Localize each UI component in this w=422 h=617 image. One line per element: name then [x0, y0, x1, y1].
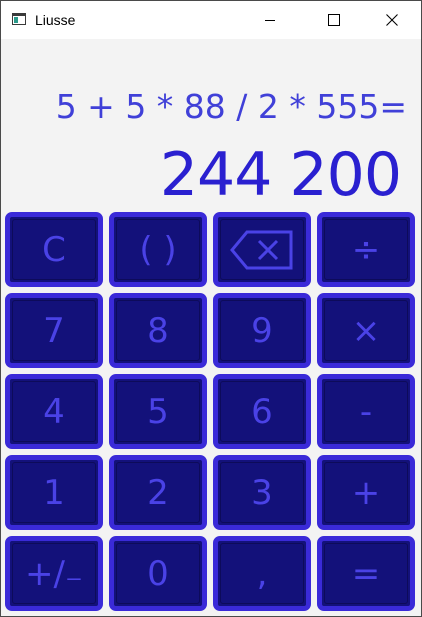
digit-6-button[interactable]: 6 — [213, 374, 311, 449]
keypad: C ( ) ÷ 7 8 9 × 4 5 6 - 1 2 3 + +∕₋ 0 , … — [5, 212, 419, 614]
key-label: - — [359, 391, 373, 432]
divide-button[interactable]: ÷ — [317, 212, 415, 287]
key-label: 2 — [147, 472, 169, 513]
title-bar[interactable]: Liusse — [1, 1, 421, 39]
digit-2-button[interactable]: 2 — [109, 455, 207, 530]
multiply-button[interactable]: × — [317, 293, 415, 368]
equals-button[interactable]: = — [317, 536, 415, 611]
digit-8-button[interactable]: 8 — [109, 293, 207, 368]
key-label: , — [256, 553, 268, 594]
calculator-window: Liusse 5 + 5 * 88 / 2 * 555= 244 200 C (… — [0, 0, 422, 617]
window-title: Liusse — [35, 12, 76, 28]
digit-3-button[interactable]: 3 — [213, 455, 311, 530]
parentheses-button[interactable]: ( ) — [109, 212, 207, 287]
key-label: = — [351, 553, 381, 594]
minus-button[interactable]: - — [317, 374, 415, 449]
digit-7-button[interactable]: 7 — [5, 293, 103, 368]
digit-9-button[interactable]: 9 — [213, 293, 311, 368]
plus-button[interactable]: + — [317, 455, 415, 530]
key-label: 7 — [43, 310, 65, 351]
maximize-icon — [328, 14, 340, 26]
key-label: 8 — [147, 310, 169, 351]
key-label: + — [351, 472, 381, 513]
key-label: 1 — [43, 472, 65, 513]
window-app-icon — [12, 13, 26, 25]
key-label: 3 — [251, 472, 273, 513]
backspace-button[interactable] — [213, 212, 311, 287]
key-label: 4 — [43, 391, 65, 432]
digit-5-button[interactable]: 5 — [109, 374, 207, 449]
digit-0-button[interactable]: 0 — [109, 536, 207, 611]
expression-text: 5 + 5 * 88 / 2 * 555= — [55, 87, 407, 126]
digit-1-button[interactable]: 1 — [5, 455, 103, 530]
key-label: ÷ — [351, 229, 381, 270]
result-text: 244 200 — [159, 140, 402, 210]
plus-minus-button[interactable]: +∕₋ — [5, 536, 103, 611]
clear-button[interactable]: C — [5, 212, 103, 287]
decimal-comma-button[interactable]: , — [213, 536, 311, 611]
maximize-button[interactable] — [309, 1, 359, 39]
digit-4-button[interactable]: 4 — [5, 374, 103, 449]
backspace-icon — [230, 230, 293, 269]
key-label: ( ) — [139, 229, 177, 270]
calculator-display: 5 + 5 * 88 / 2 * 555= 244 200 — [1, 39, 421, 211]
key-label: +∕₋ — [25, 553, 83, 594]
key-label: C — [42, 229, 66, 270]
key-label: 9 — [251, 310, 273, 351]
minimize-icon — [265, 20, 275, 21]
close-icon — [386, 14, 398, 26]
minimize-button[interactable] — [245, 1, 295, 39]
key-label: 5 — [147, 391, 169, 432]
key-label: × — [351, 310, 381, 351]
close-button[interactable] — [367, 1, 417, 39]
key-label: 0 — [147, 553, 169, 594]
key-label: 6 — [251, 391, 273, 432]
